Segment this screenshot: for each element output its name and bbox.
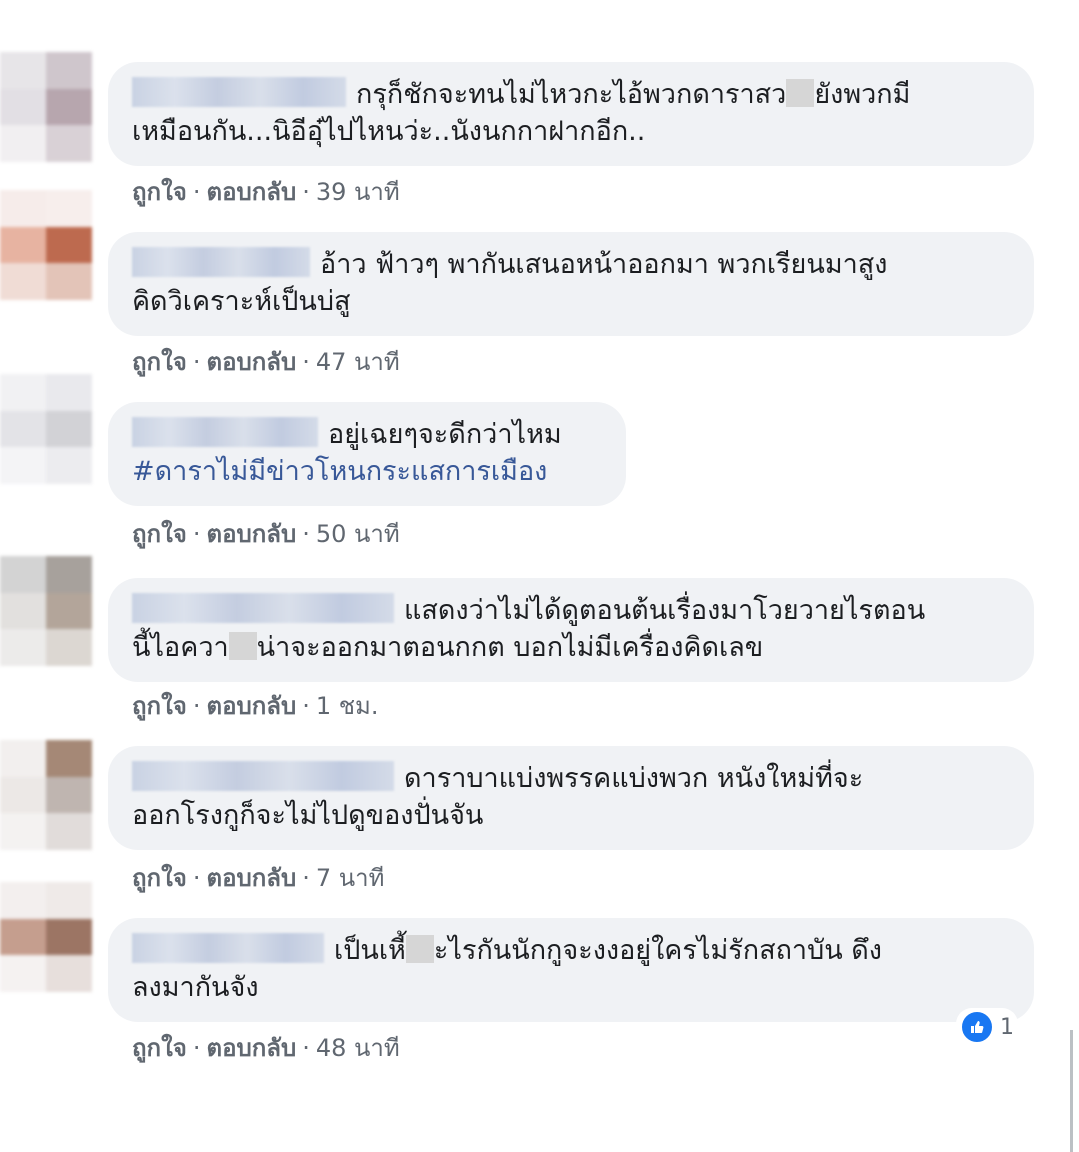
comment-bubble: เป็นเหี้ ะไรกันนักกูจะงงอยู่ใครไม่รักสถาบ… bbox=[108, 918, 1034, 1022]
censored-text bbox=[405, 935, 434, 963]
comment-bubble: แสดงว่าไม่ได้ดูตอนต้นเรื่องมาโวยวายไรตอน… bbox=[108, 578, 1034, 682]
author-name[interactable] bbox=[132, 247, 310, 277]
separator: · bbox=[302, 178, 310, 206]
separator: · bbox=[192, 1034, 201, 1062]
separator: · bbox=[302, 864, 310, 892]
comment-bubble: อ้าว ฟ้าวๆ พากันเสนอหน้าออกมา พวกเรียนมา… bbox=[108, 232, 1034, 336]
avatar[interactable] bbox=[0, 190, 92, 300]
reaction-count-value: 1 bbox=[1000, 1014, 1014, 1040]
reaction-count[interactable]: 1 bbox=[956, 1008, 1018, 1046]
comment-text-line1: อยู่เฉยๆจะดีกว่าไหม bbox=[328, 419, 562, 450]
comment-text-line2a: นี้ไอควา bbox=[132, 632, 229, 663]
timestamp[interactable]: 50 นาที bbox=[316, 520, 400, 548]
like-link[interactable]: ถูกใจ bbox=[132, 1034, 187, 1062]
separator: · bbox=[192, 520, 201, 548]
timestamp[interactable]: 48 นาที bbox=[316, 1034, 400, 1062]
like-link[interactable]: ถูกใจ bbox=[132, 520, 187, 548]
comment-text-line2: คิดวิเคราะห์เป็นบ่สู bbox=[132, 286, 351, 317]
comment-text-line1: แสดงว่าไม่ได้ดูตอนต้นเรื่องมาโวยวายไรตอน bbox=[404, 595, 926, 626]
comment-text-line1b: ะไรกันนักกูจะงงอยู่ใครไม่รักสถาบัน ดึง bbox=[433, 935, 882, 966]
comment-text-line1b: ยังพวกมี bbox=[814, 79, 911, 110]
like-link[interactable]: ถูกใจ bbox=[132, 864, 187, 892]
reply-link[interactable]: ตอบกลับ bbox=[206, 348, 296, 376]
reply-link[interactable]: ตอบกลับ bbox=[206, 520, 296, 548]
separator: · bbox=[192, 348, 201, 376]
comment-actions: ถูกใจ · ตอบกลับ · 48 นาที bbox=[132, 1028, 400, 1067]
timestamp[interactable]: 1 ชม. bbox=[316, 692, 379, 720]
comment-text-line2b: น่าจะออกมาตอนกกต บอกไม่มีเครื่องคิดเลข bbox=[256, 632, 764, 663]
like-thumb-icon bbox=[960, 1010, 994, 1044]
separator: · bbox=[192, 864, 201, 892]
avatar[interactable] bbox=[0, 52, 92, 162]
comment-text-line1: อ้าว ฟ้าวๆ พากันเสนอหน้าออกมา พวกเรียนมา… bbox=[320, 249, 888, 280]
separator: · bbox=[302, 520, 310, 548]
separator: · bbox=[192, 178, 201, 206]
scrollbar[interactable] bbox=[1070, 1030, 1073, 1152]
censored-text bbox=[228, 632, 257, 660]
separator: · bbox=[302, 692, 310, 720]
author-name[interactable] bbox=[132, 593, 394, 623]
comment-text-line1a: เป็นเหี้ bbox=[334, 935, 406, 966]
comment-text-line2: ลงมากันจัง bbox=[132, 972, 259, 1003]
reply-link[interactable]: ตอบกลับ bbox=[206, 178, 296, 206]
comment-bubble: กรุก็ชักจะทนไม่ไหวกะไอ้พวกดาราสว ยังพวกมี… bbox=[108, 62, 1034, 166]
avatar[interactable] bbox=[0, 556, 92, 666]
author-name[interactable] bbox=[132, 77, 346, 107]
comment-bubble: ดาราบาแบ่งพรรคแบ่งพวก หนังใหม่ที่จะ ออกโ… bbox=[108, 746, 1034, 850]
timestamp[interactable]: 47 นาที bbox=[316, 348, 400, 376]
censored-text bbox=[786, 79, 815, 107]
like-link[interactable]: ถูกใจ bbox=[132, 348, 187, 376]
avatar[interactable] bbox=[0, 740, 92, 850]
comment-actions: ถูกใจ · ตอบกลับ · 47 นาที bbox=[132, 342, 400, 381]
avatar[interactable] bbox=[0, 882, 92, 992]
author-name[interactable] bbox=[132, 417, 318, 447]
avatar[interactable] bbox=[0, 374, 92, 484]
separator: · bbox=[192, 692, 201, 720]
reply-link[interactable]: ตอบกลับ bbox=[206, 864, 296, 892]
like-link[interactable]: ถูกใจ bbox=[132, 692, 187, 720]
separator: · bbox=[302, 348, 310, 376]
separator: · bbox=[302, 1034, 310, 1062]
comment-bubble: อยู่เฉยๆจะดีกว่าไหม #ดาราไม่มีข่าวโหนกระ… bbox=[108, 402, 626, 506]
hashtag-link[interactable]: #ดาราไม่มีข่าวโหนกระแสการเมือง bbox=[132, 456, 547, 487]
reply-link[interactable]: ตอบกลับ bbox=[206, 692, 296, 720]
comment-text-line2: เหมือนกัน...นิอีอุ๋ไปไหนว่ะ..นังนกกาฝากอ… bbox=[132, 116, 646, 147]
author-name[interactable] bbox=[132, 761, 394, 791]
comment-actions: ถูกใจ · ตอบกลับ · 7 นาที bbox=[132, 858, 384, 897]
comment-text-line2: ออกโรงกูก็จะไม่ไปดูของปั่นจัน bbox=[132, 800, 484, 831]
comment-actions: ถูกใจ · ตอบกลับ · 39 นาที bbox=[132, 172, 400, 211]
comment-text-line1: กรุก็ชักจะทนไม่ไหวกะไอ้พวกดาราสว bbox=[356, 79, 787, 110]
comment-text-line1: ดาราบาแบ่งพรรคแบ่งพวก หนังใหม่ที่จะ bbox=[404, 763, 864, 794]
like-link[interactable]: ถูกใจ bbox=[132, 178, 187, 206]
reply-link[interactable]: ตอบกลับ bbox=[206, 1034, 296, 1062]
comment-actions: ถูกใจ · ตอบกลับ · 50 นาที bbox=[132, 514, 400, 553]
timestamp[interactable]: 7 นาที bbox=[316, 864, 385, 892]
comment-actions: ถูกใจ · ตอบกลับ · 1 ชม. bbox=[132, 686, 378, 725]
author-name[interactable] bbox=[132, 933, 324, 963]
timestamp[interactable]: 39 นาที bbox=[316, 178, 400, 206]
